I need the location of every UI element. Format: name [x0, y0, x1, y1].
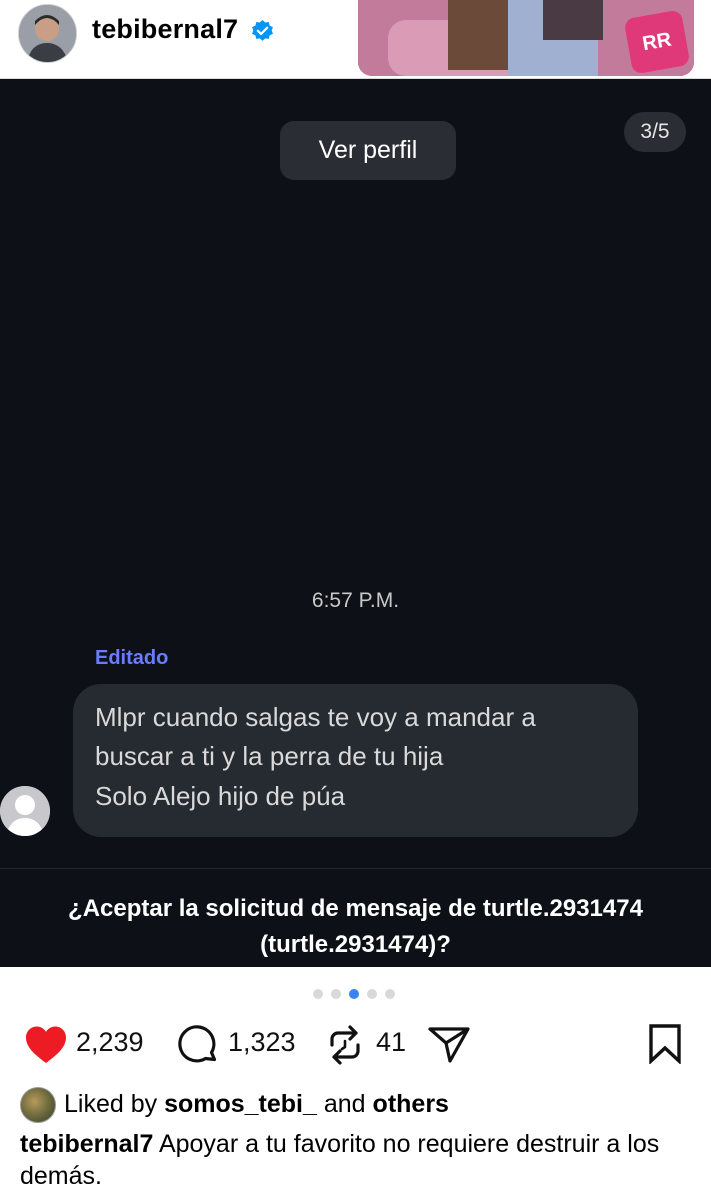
comment-icon[interactable] [178, 1025, 218, 1065]
message-bubble[interactable]: Mlpr cuando salgas te voy a mandar a bus… [73, 684, 638, 837]
media-thumbnail[interactable]: RR [358, 0, 694, 76]
profile-avatar[interactable] [18, 4, 77, 63]
carousel-dot [331, 989, 341, 999]
reposts-count[interactable]: 41 [376, 1027, 406, 1058]
dm-screenshot: Ver perfil 3/5 6:57 P.M. Editado Mlpr cu… [0, 79, 711, 967]
message-line: Solo Alejo hijo de púa [95, 781, 346, 811]
liked-by-middle: and [323, 1090, 366, 1118]
post-header: tebibernal7 RR [0, 0, 711, 79]
likes-count[interactable]: 2,239 [76, 1027, 144, 1058]
view-profile-button[interactable]: Ver perfil [280, 121, 456, 180]
message-timestamp: 6:57 P.M. [311, 589, 400, 612]
request-line: ¿Aceptar la solicitud de mensaje de turt… [68, 895, 643, 922]
default-avatar-icon [0, 786, 50, 836]
carousel-dot [385, 989, 395, 999]
avatar-photo-icon [19, 5, 76, 62]
action-bar: 2,239 1,323 41 [0, 1018, 711, 1068]
heart-icon[interactable] [24, 1025, 68, 1065]
post-username[interactable]: tebibernal7 [92, 14, 238, 45]
edited-label: Editado [95, 647, 169, 669]
request-line: (turtle.2931474)? [260, 931, 451, 958]
bookmark-icon[interactable] [648, 1024, 682, 1064]
liked-by-others[interactable]: others [373, 1090, 449, 1118]
liked-by-prefix: Liked by [64, 1090, 158, 1118]
comments-count[interactable]: 1,323 [228, 1027, 296, 1058]
message-line: Mlpr cuando salgas te voy a mandar a [95, 702, 536, 732]
sender-avatar[interactable] [0, 786, 50, 836]
verified-badge-icon [252, 20, 273, 41]
repost-icon[interactable] [326, 1025, 364, 1065]
image-counter: 3/5 [624, 112, 686, 152]
message-line: buscar a ti y la perra de tu hija [95, 741, 444, 771]
message-request-prompt: ¿Aceptar la solicitud de mensaje de turt… [0, 891, 711, 963]
liked-by-avatar[interactable] [20, 1087, 56, 1123]
liked-by-text: Liked by somos_tebi_ and others [64, 1090, 449, 1119]
liked-by-user[interactable]: somos_tebi_ [164, 1090, 317, 1118]
liked-by-row[interactable]: Liked by somos_tebi_ and others [20, 1087, 700, 1123]
caption-username[interactable]: tebibernal7 [20, 1130, 153, 1158]
carousel-dot-active [349, 989, 359, 999]
carousel-dot [367, 989, 377, 999]
divider [0, 868, 711, 869]
thumbnail-badge: RR [623, 9, 691, 75]
carousel-dot [313, 989, 323, 999]
post-caption: tebibernal7 Apoyar a tu favorito no requ… [20, 1128, 700, 1192]
share-icon[interactable] [428, 1026, 470, 1064]
